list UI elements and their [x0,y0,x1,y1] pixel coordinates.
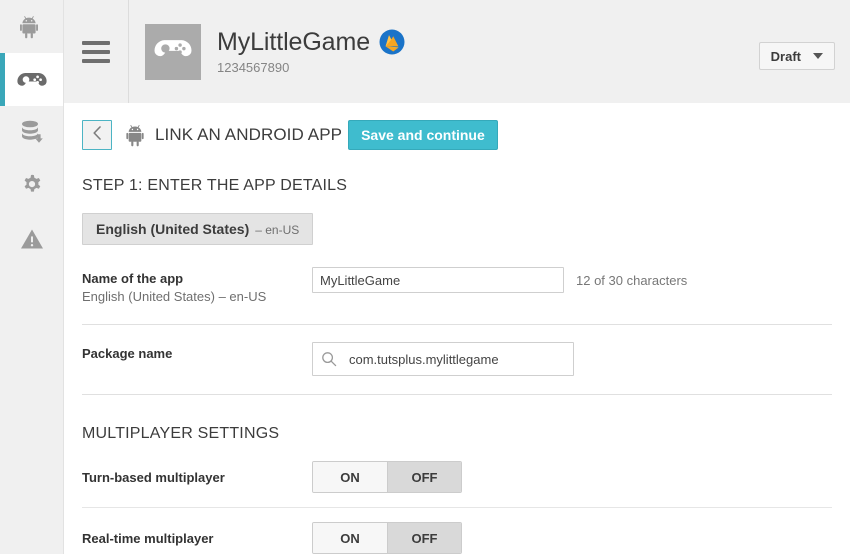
app-title-row: MyLittleGame [217,28,405,56]
breadcrumb-title: LINK AN ANDROID APP [155,125,343,144]
app-root: MyLittleGame 1234567890 Draft LINK AN AN… [0,0,850,554]
language-tab[interactable]: English (United States) – en-US [82,213,314,245]
field-control-package-name [312,342,574,376]
turn-based-on-button[interactable]: ON [313,462,387,492]
status-badge: Draft [770,48,801,64]
field-label-app-name: Name of the app English (United States) … [82,267,312,306]
field-label-package-name: Package name [82,342,312,363]
gamepad-icon [16,70,47,90]
app-meta: MyLittleGame 1234567890 [217,28,405,75]
main-region: MyLittleGame 1234567890 Draft LINK AN AN… [64,0,850,554]
field-label-text: Package name [82,346,173,361]
toggle-row-real-time: Real-time multiplayer ON OFF [82,508,832,554]
package-name-input[interactable] [347,350,565,368]
app-details-form: Name of the app English (United States) … [64,267,850,395]
firebase-flame-icon[interactable] [379,29,405,55]
chevron-left-icon [91,125,103,146]
back-button[interactable] [82,120,112,150]
toggle-label-real-time: Real-time multiplayer [82,530,214,546]
real-time-toggle[interactable]: ON OFF [312,522,462,554]
field-label-text: Name of the app [82,271,184,286]
content-area: LINK AN ANDROID APP Save and continue ST… [64,103,850,554]
hamburger-icon [82,40,110,63]
multiplayer-settings: Turn-based multiplayer ON OFF Real-time … [64,447,850,554]
search-icon [321,351,339,367]
sidebar-item-alerts[interactable] [0,212,63,265]
toggle-label-turn-based: Turn-based multiplayer [82,469,225,485]
hamburger-menu-button[interactable] [64,0,128,103]
field-row-app-name: Name of the app English (United States) … [82,267,832,325]
gear-icon [20,174,44,198]
page-title: MyLittleGame [217,28,371,56]
language-tab-code: – en-US [255,223,300,237]
save-and-continue-button[interactable]: Save and continue [348,120,498,150]
breadcrumb: LINK AN ANDROID APP Save and continue [64,103,850,150]
language-tab-name: English (United States) [96,221,250,237]
left-nav-rail [0,0,64,554]
step-title: STEP 1: ENTER THE APP DETAILS [82,177,348,194]
app-header: MyLittleGame 1234567890 Draft [64,0,850,103]
sidebar-item-games[interactable] [0,53,63,106]
gamepad-icon [154,36,192,67]
app-icon-tile [145,23,201,80]
app-id: 1234567890 [217,60,290,75]
database-download-icon [20,120,44,145]
real-time-on-button[interactable]: ON [313,523,387,553]
character-counter: 12 of 30 characters [576,272,688,288]
sidebar-item-settings[interactable] [0,159,63,212]
app-name-input[interactable] [312,267,564,293]
turn-based-toggle[interactable]: ON OFF [312,461,462,493]
chevron-down-icon [813,53,823,59]
turn-based-off-button[interactable]: OFF [387,462,461,492]
sidebar-item-data[interactable] [0,106,63,159]
field-control-app-name: 12 of 30 characters [312,267,687,293]
package-name-search-box[interactable] [312,342,574,376]
header-divider [128,0,129,103]
field-sublabel-text: English (United States) – en-US [82,289,267,304]
field-row-package-name: Package name [82,325,832,395]
toggle-row-turn-based: Turn-based multiplayer ON OFF [82,447,832,508]
android-robot-icon [19,14,44,40]
warning-triangle-icon [20,228,44,250]
android-robot-icon [124,123,146,147]
multiplayer-section-title: MULTIPLAYER SETTINGS [82,425,280,442]
status-dropdown-button[interactable]: Draft [758,42,835,70]
real-time-off-button[interactable]: OFF [387,523,461,553]
sidebar-item-android[interactable] [0,0,63,53]
